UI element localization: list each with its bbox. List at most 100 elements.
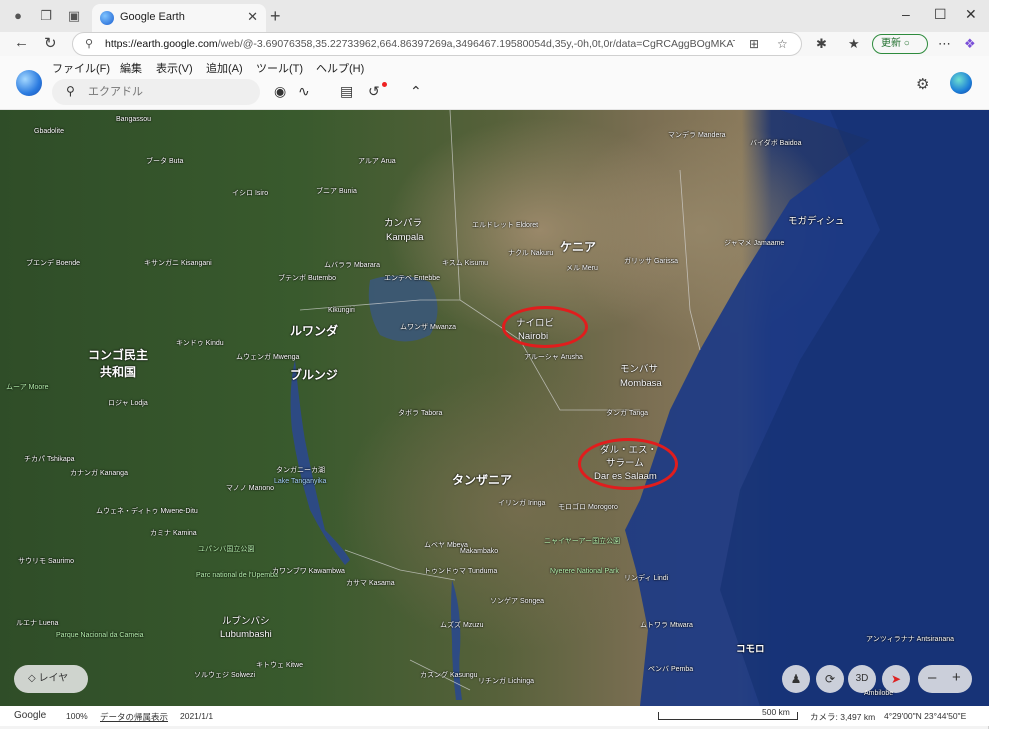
label-mbarara: ムバララ Mbarara xyxy=(324,262,381,269)
toggle-3d-button[interactable]: 3D xyxy=(848,665,876,693)
tab-title: Google Earth xyxy=(120,11,185,23)
address-bar[interactable]: ⚲ https://earth.google.com/web/@-3.69076… xyxy=(72,32,802,56)
measure-icon[interactable]: ▤ xyxy=(340,83,353,100)
label-boende: ブエンデ Boende xyxy=(26,260,81,267)
avatar[interactable] xyxy=(950,72,972,94)
label-comoros: コモロ xyxy=(736,644,765,655)
street-view-icon[interactable]: ♟ xyxy=(782,665,810,693)
label-upemba: Parc national de l'Upemba xyxy=(196,572,278,579)
compass-icon[interactable]: ➤ xyxy=(882,665,910,693)
menu-help[interactable]: ヘルプ(H) xyxy=(316,60,364,76)
workspaces-icon[interactable]: ❐ xyxy=(38,8,54,24)
url-text: https://earth.google.com/web/@-3.6907635… xyxy=(105,38,735,50)
label-lubumbashi: Lubumbashi xyxy=(220,629,272,640)
label-morogoro: モロゴロ Morogoro xyxy=(558,504,618,511)
update-button[interactable]: 更新 ○ xyxy=(872,34,928,54)
extensions-icon[interactable]: ✱ xyxy=(816,36,827,52)
label-kawambwa: カワンブワ Kawambwa xyxy=(272,568,345,575)
copilot-icon[interactable]: ❖ xyxy=(964,36,976,52)
imagery-date: 2021/1/1 xyxy=(180,711,214,721)
collapse-toolbar-icon[interactable]: ⌃ xyxy=(410,83,422,100)
label-tanzania: タンザニア xyxy=(452,473,513,487)
label-makambako: Makambako xyxy=(460,548,499,555)
label-mwene-ditu: ムウェネ・ディトゥ Mwene-Ditu xyxy=(96,508,198,515)
tab-google-earth[interactable]: Google Earth ✕ xyxy=(92,4,266,32)
menu-view[interactable]: 表示(V) xyxy=(156,60,193,76)
label-mombasa: Mombasa xyxy=(620,378,662,389)
maximize-icon[interactable]: ☐ xyxy=(934,6,947,23)
label-kananga: カナンガ Kananga xyxy=(70,470,128,477)
label-mandera: マンデラ Mandera xyxy=(668,132,726,139)
label-kenya: ケニア xyxy=(560,240,597,254)
label-kindu: キンドゥ Kindu xyxy=(176,340,224,347)
map-view[interactable]: ケニア タンザニア コンゴ民主 共和国 ルワンダ ブルンジ モガディシュ コモロ… xyxy=(0,110,989,706)
favorites-icon[interactable]: ★ xyxy=(848,36,860,52)
reload-icon[interactable]: ↻ xyxy=(44,34,57,52)
search-icon: ⚲ xyxy=(66,84,75,98)
label-tanga: タンガ Tanga xyxy=(606,410,649,417)
google-earth-header: ファイル(F) 編集 表示(V) 追加(A) ツール(T) ヘルプ(H) ⚲ ◉… xyxy=(0,56,989,110)
back-icon[interactable]: ← xyxy=(14,34,29,51)
new-tab-icon[interactable]: + xyxy=(270,6,281,27)
scale-label: 500 km xyxy=(762,707,790,717)
label-iringa: イリンガ Iringa xyxy=(498,500,546,507)
camera-altitude: カメラ: 3,497 km xyxy=(810,712,876,722)
label-kampala-jp: カンパラ xyxy=(384,218,423,229)
path-icon[interactable]: ∿ xyxy=(298,83,310,100)
minimize-icon[interactable]: – xyxy=(902,6,910,22)
layers-button[interactable]: ◇ レイヤ xyxy=(14,665,88,693)
label-meru: メル Meru xyxy=(566,265,598,272)
label-kasungu: カスング Kasungu xyxy=(420,672,478,679)
label-lake-tanganyika-jp: タンガニーカ湖 xyxy=(276,467,325,474)
zoom-out-icon[interactable]: – xyxy=(928,665,936,691)
tab-bar: ● ❐ ▣ Google Earth ✕ + – ☐ ✕ xyxy=(0,0,989,32)
close-tab-icon[interactable]: ✕ xyxy=(247,9,258,25)
search-input[interactable] xyxy=(88,83,248,101)
google-logo: Google xyxy=(14,710,47,721)
annotation-circle-nairobi xyxy=(502,306,588,348)
placemark-icon[interactable]: ◉ xyxy=(274,83,286,100)
close-window-icon[interactable]: ✕ xyxy=(965,6,977,23)
tab-actions-icon[interactable]: ▣ xyxy=(66,8,82,24)
label-lindi: リンディ Lindi xyxy=(624,575,669,582)
label-kisangani: キサンガニ Kisangani xyxy=(144,260,212,267)
label-lichinga: リチンガ Lichinga xyxy=(478,678,535,685)
label-kasama: カサマ Kasama xyxy=(346,580,395,587)
reset-tilt-icon[interactable]: ⟳ xyxy=(816,665,844,693)
label-kitwe: キトウェ Kitwe xyxy=(256,662,304,669)
label-bunia: ブニア Bunia xyxy=(316,188,357,195)
settings-gear-icon[interactable]: ⚙ xyxy=(916,75,929,93)
app-available-icon[interactable]: ⊞ xyxy=(749,37,759,51)
search-box[interactable]: ⚲ xyxy=(52,79,260,105)
cursor-coordinates: 4°29'00"N 23°44'50"E xyxy=(884,711,967,721)
menu-tools[interactable]: ツール(T) xyxy=(256,60,303,76)
more-menu-icon[interactable]: ⋯ xyxy=(938,36,951,52)
label-arusha: アルーシャ Arusha xyxy=(524,354,583,361)
status-bar: Google 100% データの帰属表示 2021/1/1 500 km カメラ… xyxy=(0,706,989,726)
attribution-link[interactable]: データの帰属表示 xyxy=(100,711,168,723)
label-cameia-park: Parque Nacional da Cameia xyxy=(56,632,144,639)
favorite-star-icon[interactable]: ☆ xyxy=(777,37,788,51)
profile-icon[interactable]: ● xyxy=(10,8,26,24)
label-arua: アルア Arua xyxy=(358,158,396,165)
site-info-icon[interactable]: ⚲ xyxy=(85,37,93,50)
label-pemba: ペンバ Pemba xyxy=(648,666,694,673)
label-gbadolite: Gbadolite xyxy=(34,128,64,135)
layers-label: レイヤ xyxy=(38,673,69,684)
menu-file[interactable]: ファイル(F) xyxy=(52,60,110,76)
menu-add[interactable]: 追加(A) xyxy=(206,60,243,76)
label-entebbe: エンテベ Entebbe xyxy=(384,275,441,282)
label-mombasa-jp: モンバサ xyxy=(620,364,659,375)
label-mogadishu: モガディシュ xyxy=(788,216,845,227)
label-antsiranana: アンツィラナナ Antsiranana xyxy=(866,636,955,643)
menu-edit[interactable]: 編集 xyxy=(120,60,142,76)
label-isiro: イシロ Isiro xyxy=(232,190,269,197)
zoom-in-icon[interactable]: + xyxy=(952,665,961,691)
label-butembo: ブテンボ Butembo xyxy=(278,275,336,282)
google-earth-logo-icon[interactable] xyxy=(16,70,42,96)
label-congo-line2: 共和国 xyxy=(100,365,137,379)
label-burundi: ブルンジ xyxy=(290,368,338,382)
label-solwezi: ソルウェジ Solwezi xyxy=(194,672,256,679)
history-icon[interactable]: ↺ xyxy=(368,83,380,100)
label-eldoret: エルドレット Eldoret xyxy=(472,222,539,229)
